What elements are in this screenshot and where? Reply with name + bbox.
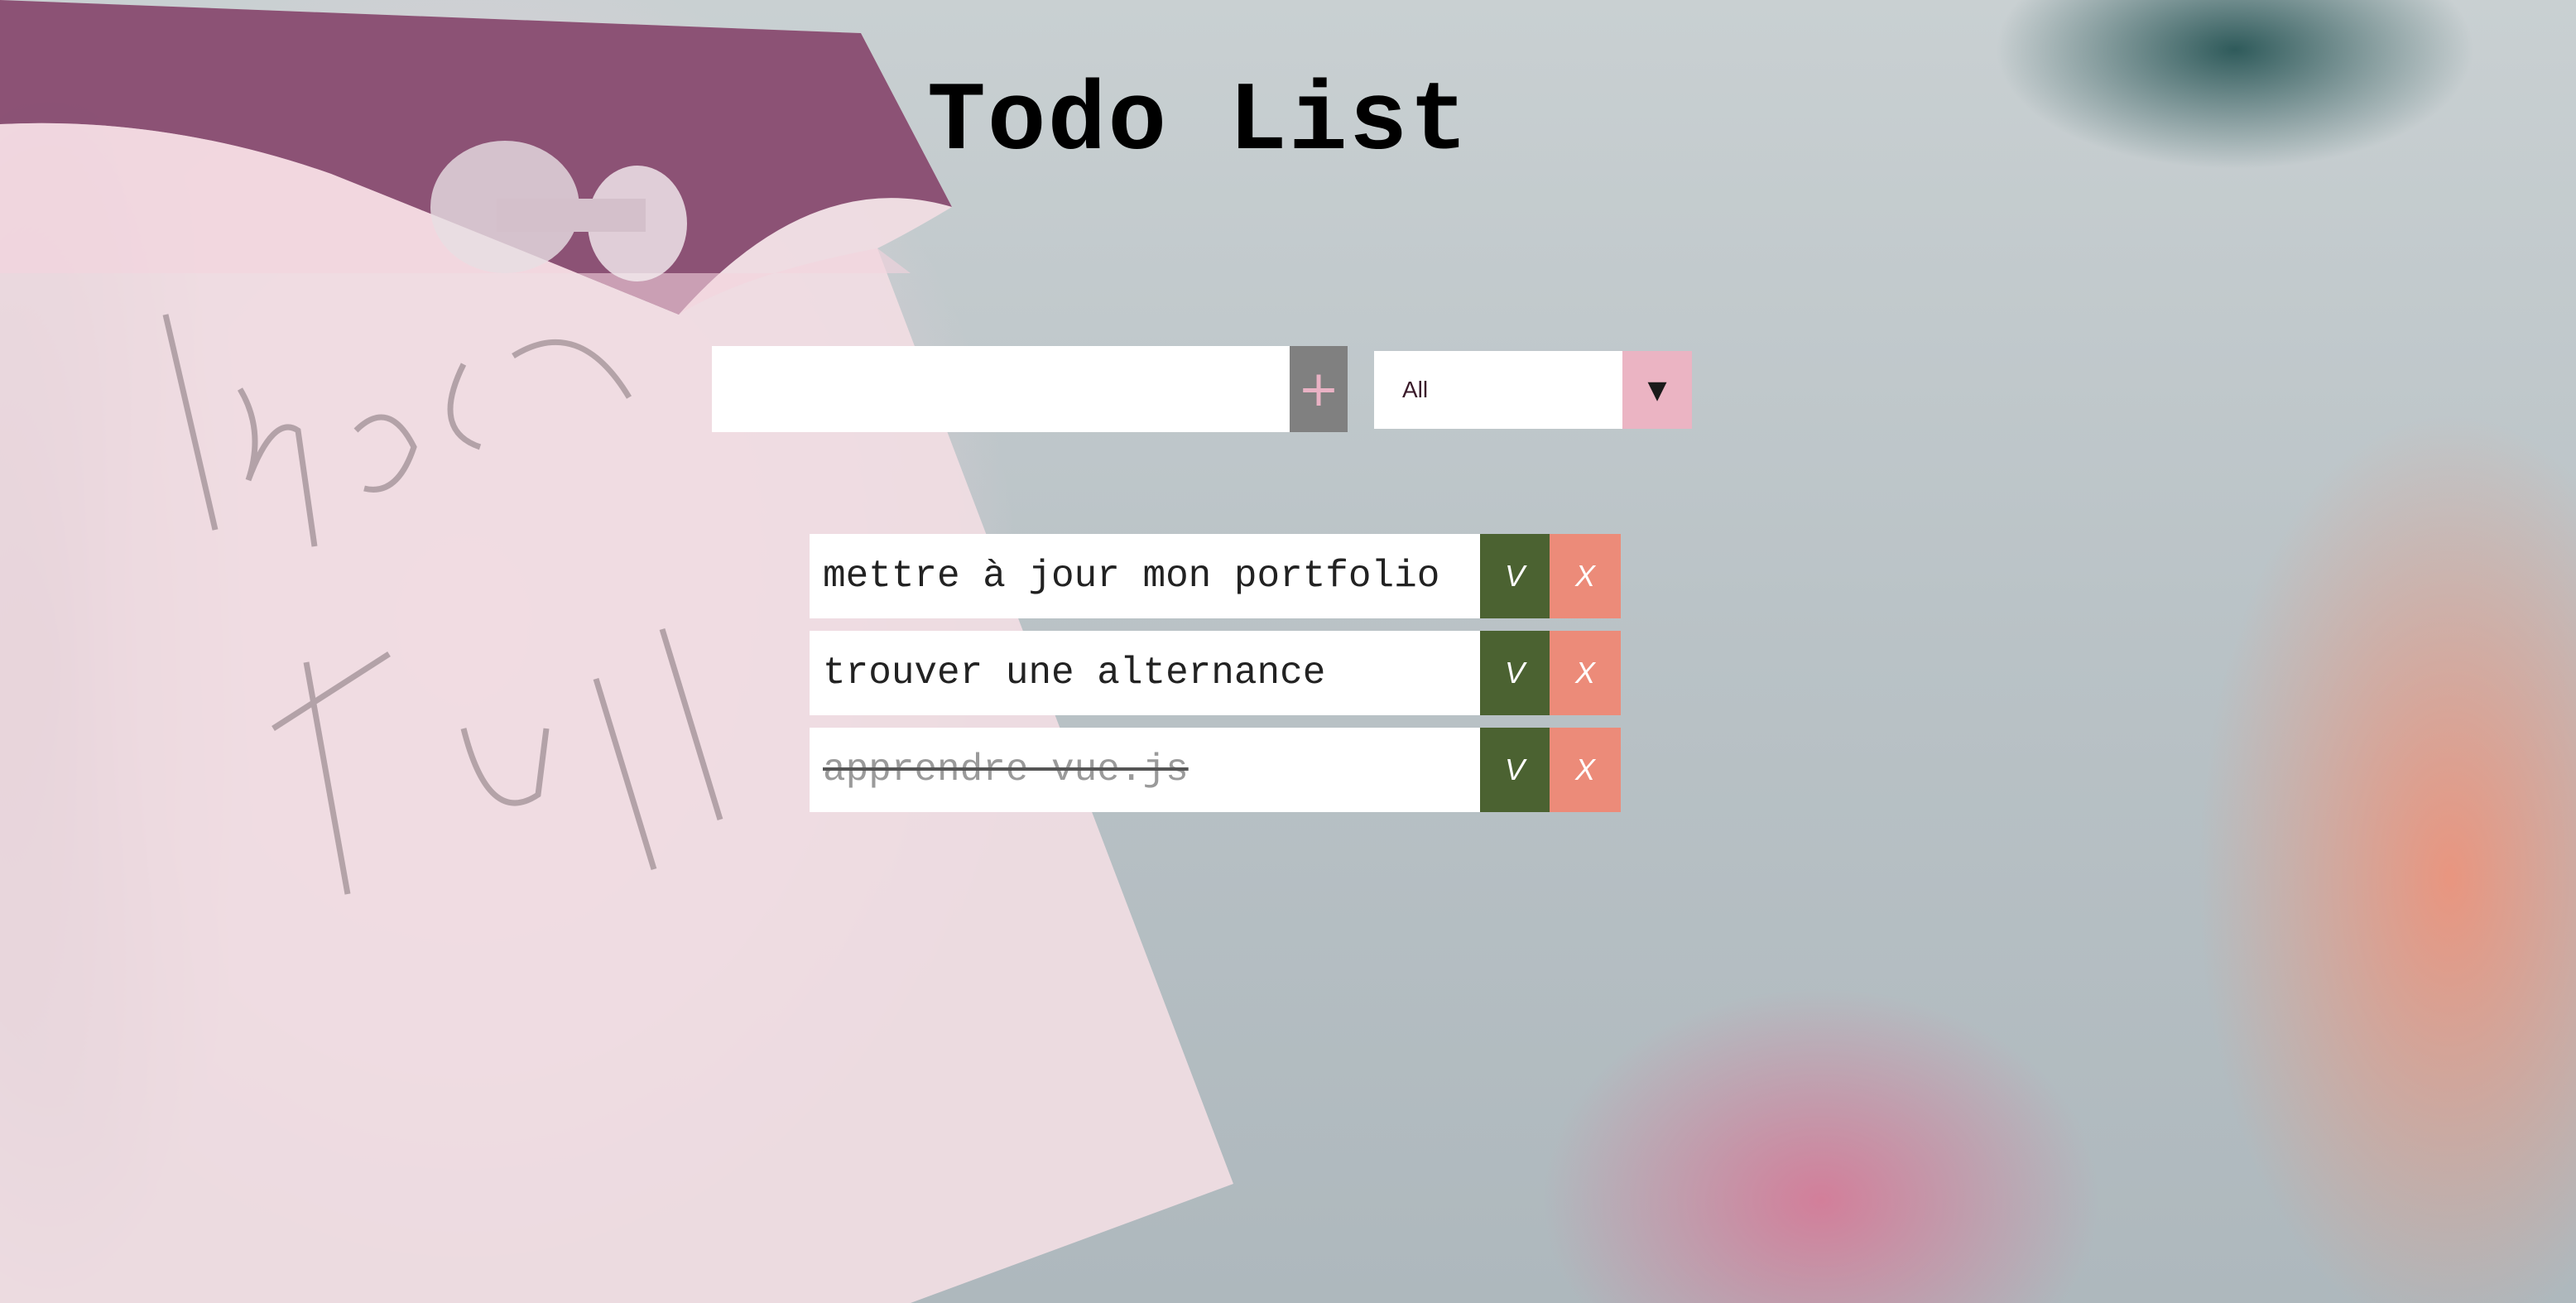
- list-item: trouver une alternance V X: [810, 631, 1621, 715]
- todo-text: mettre à jour mon portfolio: [810, 534, 1480, 618]
- new-todo-input[interactable]: [712, 346, 1290, 432]
- plus-icon: +: [1297, 360, 1340, 418]
- complete-button[interactable]: V: [1480, 728, 1550, 812]
- delete-button[interactable]: X: [1550, 534, 1621, 618]
- delete-button[interactable]: X: [1550, 631, 1621, 715]
- list-item: mettre à jour mon portfolio V X: [810, 534, 1621, 618]
- complete-button[interactable]: V: [1480, 534, 1550, 618]
- page-title: Todo List: [927, 68, 1470, 178]
- filter-selected-value: All: [1374, 351, 1622, 429]
- list-item: apprendre vue.js V X: [810, 728, 1621, 812]
- add-todo-form: +: [712, 346, 1348, 432]
- todo-text: trouver une alternance: [810, 631, 1480, 715]
- chevron-down-icon[interactable]: ▼: [1622, 351, 1692, 429]
- filter-select[interactable]: All ▼: [1374, 351, 1692, 429]
- todo-list: mettre à jour mon portfolio V X trouver …: [810, 534, 1621, 825]
- delete-button[interactable]: X: [1550, 728, 1621, 812]
- complete-button[interactable]: V: [1480, 631, 1550, 715]
- todo-text: apprendre vue.js: [810, 728, 1480, 812]
- add-todo-button[interactable]: +: [1290, 346, 1348, 432]
- todo-app: Todo List + All ▼ mettre à jour mon port…: [0, 0, 2576, 1303]
